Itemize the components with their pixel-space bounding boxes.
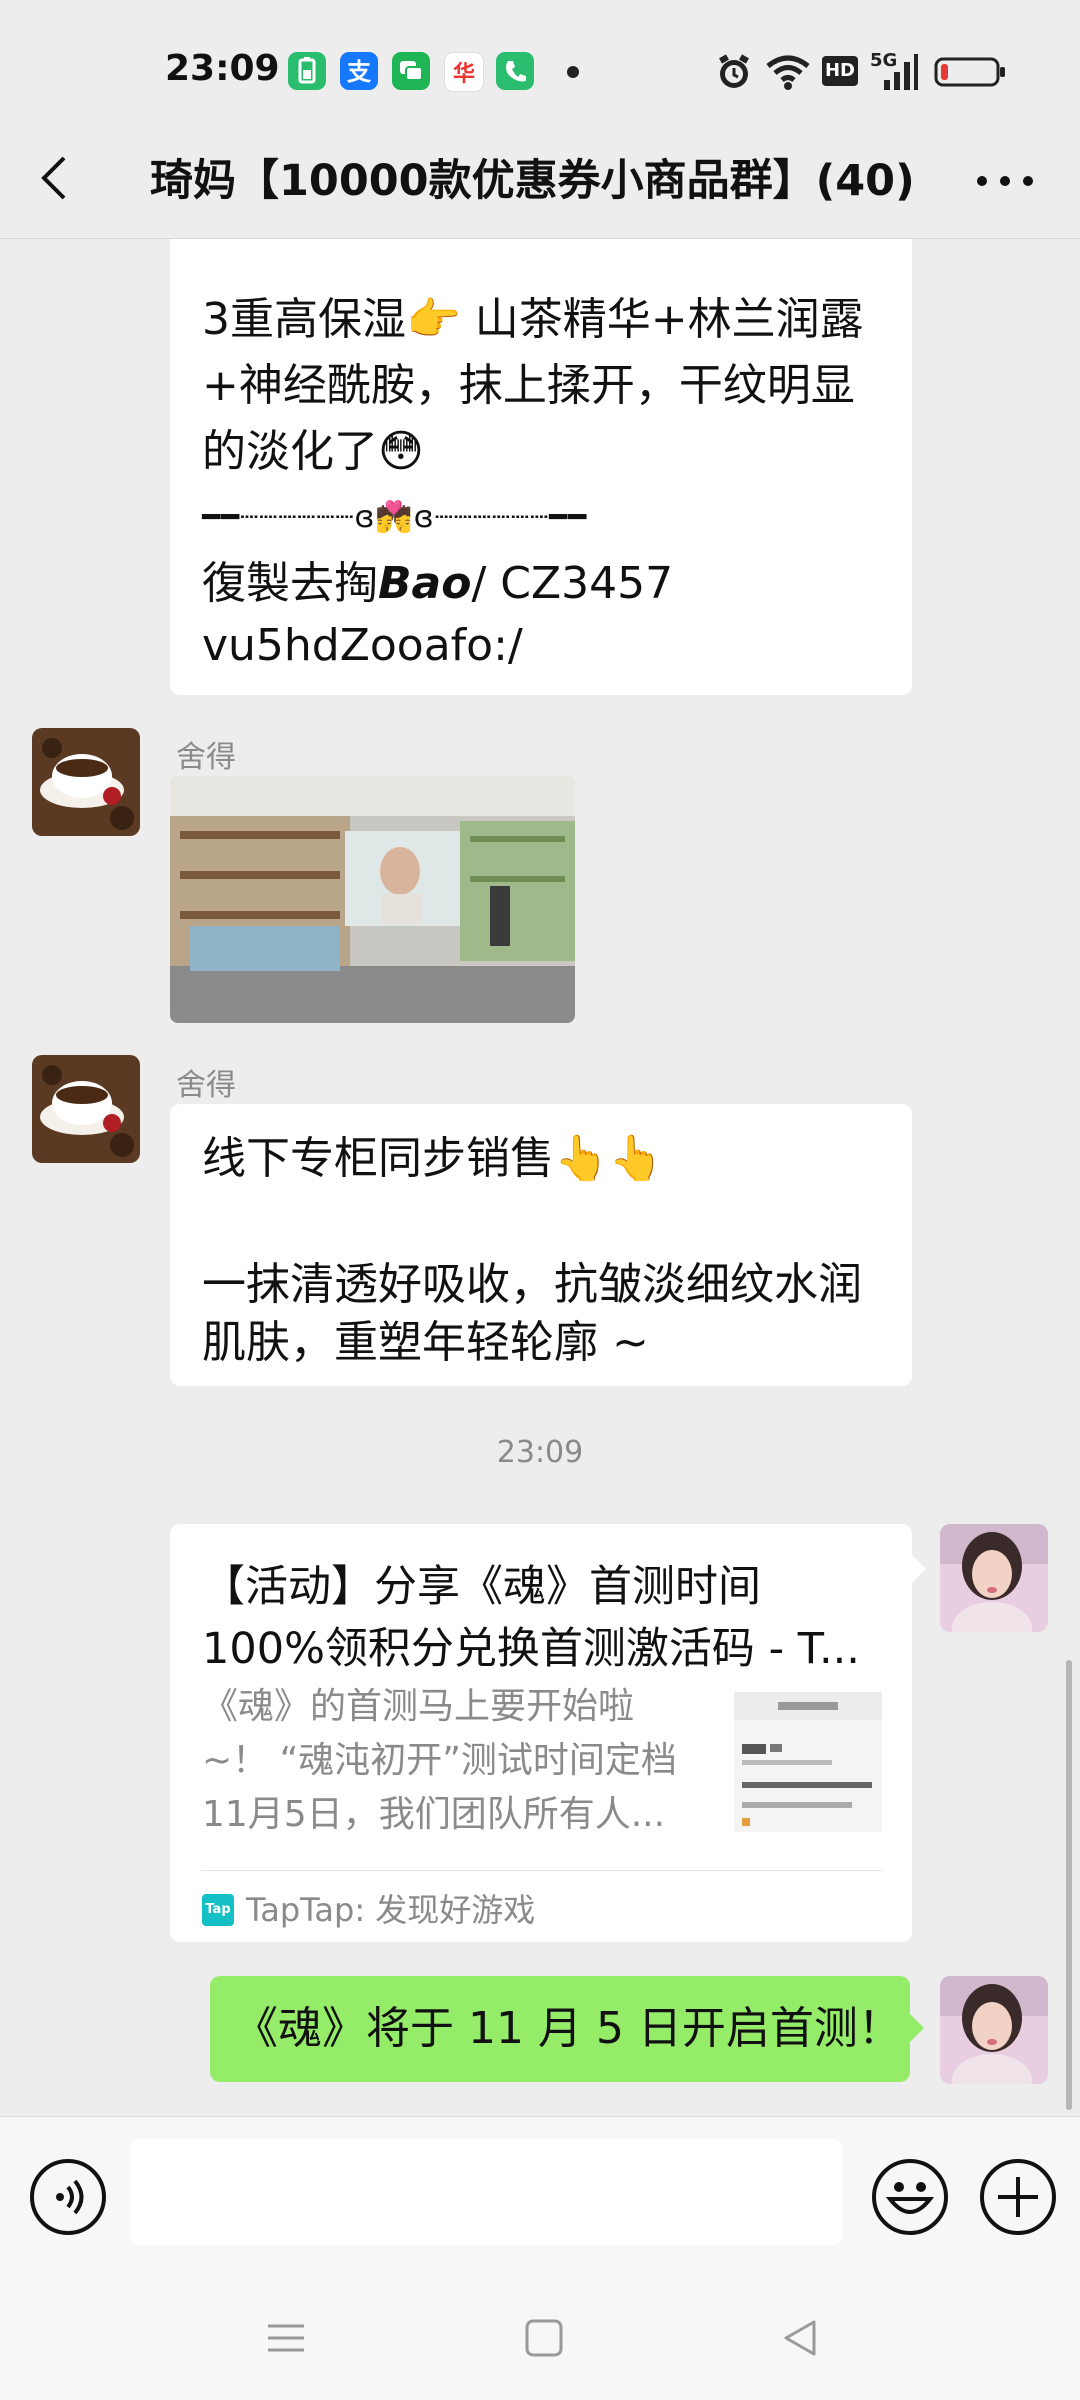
message-text: / CZ3457 (471, 558, 674, 609)
own-message-text: 《魂》将于 11 月 5 日开启首测！ (234, 2003, 902, 2054)
message-line: 一抹清透好吸收，抗皱淡细纹水润 (202, 1259, 862, 1310)
message-bubble[interactable]: 线下专柜同步销售👆👆 一抹清透好吸收，抗皱淡细纹水润 肌肤，重塑年轻轮廓 ~ (170, 1104, 912, 1386)
my-avatar[interactable] (940, 1976, 1048, 2084)
bubble-tail (912, 1555, 926, 1583)
alarm-icon (719, 54, 749, 88)
sender-name: 舍得 (176, 1068, 236, 1103)
menu-icon[interactable] (266, 2318, 306, 2358)
message-text: 復製去掏 (202, 558, 378, 609)
phone-icon (496, 52, 534, 90)
message-line: 肌肤，重塑年轻轮廓 ~ (202, 1317, 649, 1368)
link-card-source: TapTap: 发现好游戏 (246, 1891, 536, 1929)
plus-icon (998, 2177, 1038, 2217)
message-input[interactable] (130, 2139, 842, 2245)
back-nav-icon[interactable] (780, 2318, 820, 2358)
link-card-desc-line: ~！ “魂沌初开”测试时间定档 (202, 1740, 677, 1781)
avatar[interactable] (32, 1055, 140, 1163)
emoji-button[interactable] (872, 2159, 948, 2235)
svg-text:支: 支 (347, 58, 372, 86)
scrollbar[interactable] (1066, 1660, 1072, 2110)
battery-icon (934, 57, 1005, 87)
hd-icon: HD (822, 56, 858, 86)
message-line: 的淡化了😳 (202, 426, 424, 477)
app-icon: 华 (444, 52, 484, 92)
my-avatar[interactable] (940, 1524, 1048, 1632)
link-card-desc-line: 11月5日，我们团队所有人... (202, 1794, 666, 1835)
signal-icon (884, 54, 918, 90)
link-card[interactable]: 【活动】分享《魂》首测时间 100%领积分兑换首测激活码 - T... 《魂》的… (170, 1524, 912, 1942)
svg-text:华: 华 (453, 61, 475, 87)
link-card-thumbnail (734, 1692, 882, 1832)
sender-name: 舍得 (176, 740, 236, 775)
message-icon (392, 52, 430, 90)
back-icon[interactable] (28, 146, 84, 210)
more-functions-button[interactable] (980, 2159, 1056, 2235)
taptap-icon: Tap (202, 1894, 234, 1926)
input-bar (0, 2116, 1080, 2277)
voice-input-button[interactable] (30, 2159, 106, 2235)
bubble-tail (910, 2014, 924, 2042)
alipay-icon: 支 (340, 52, 378, 90)
own-message-bubble[interactable]: 《魂》将于 11 月 5 日开启首测！ (210, 1976, 910, 2082)
system-nav-bar (0, 2276, 1080, 2400)
link-card-desc-line: 《魂》的首测马上要开始啦 (202, 1686, 635, 1727)
chat-header: 琦妈【10000款优惠券小商品群】(40) (0, 118, 1080, 239)
message-line: 3重高保湿👉 山茶精华+林兰润露 (202, 294, 864, 345)
home-icon[interactable] (524, 2318, 564, 2358)
message-text-bold: Bao (378, 558, 472, 609)
more-options-icon[interactable] (970, 166, 1040, 196)
link-card-divider (202, 1870, 882, 1871)
avatar[interactable] (32, 728, 140, 836)
status-time: 23:09 (165, 48, 280, 89)
message-line: 復製去掏Bao/ CZ3457 (202, 551, 673, 617)
link-card-title-line: 【活动】分享《魂》首测时间 (202, 1562, 761, 1612)
message-line: vu5hdZooafo:/ (202, 620, 523, 671)
notification-dot-icon (567, 66, 579, 78)
store-photo (170, 776, 575, 1023)
message-line: 线下专柜同步销售👆👆 (202, 1133, 664, 1184)
link-card-title-line: 100%领积分兑换首测激活码 - T... (202, 1624, 860, 1674)
message-timestamp: 23:09 (496, 1435, 584, 1470)
voice-icon (56, 2179, 84, 2215)
message-line: +神经酰胺，抹上揉开，干纹明显 (202, 360, 855, 411)
image-message[interactable] (170, 776, 575, 1023)
battery-app-icon (288, 52, 326, 90)
emoji-icon (885, 2182, 935, 2214)
wifi-icon (766, 55, 810, 90)
message-divider: ━━┈┈┈┈┈┈ɞ💏ɞ┈┈┈┈┈┈━━ (202, 500, 588, 535)
chat-title: 琦妈【10000款优惠券小商品群】(40) (150, 156, 915, 206)
message-bubble[interactable]: 3重高保湿👉 山茶精华+林兰润露 +神经酰胺，抹上揉开，干纹明显 的淡化了😳 ━… (170, 239, 912, 695)
